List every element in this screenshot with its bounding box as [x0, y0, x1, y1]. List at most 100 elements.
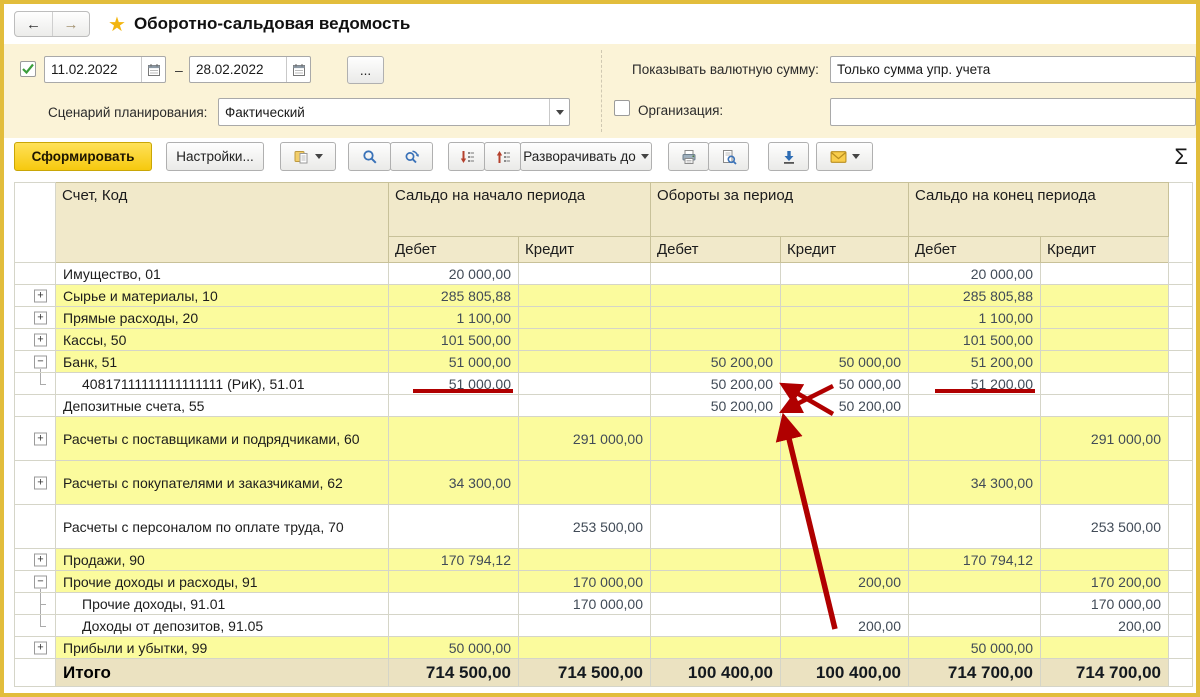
amount-cell[interactable]: 200,00	[1041, 615, 1169, 637]
amount-cell[interactable]: 714 500,00	[519, 659, 651, 687]
account-cell[interactable]: Прямые расходы, 20	[56, 307, 389, 329]
amount-cell[interactable]	[781, 461, 909, 505]
amount-cell[interactable]: 714 500,00	[389, 659, 519, 687]
amount-cell[interactable]: 100 400,00	[651, 659, 781, 687]
amount-cell[interactable]	[781, 593, 909, 615]
amount-cell[interactable]	[781, 637, 909, 659]
amount-cell[interactable]: 714 700,00	[1041, 659, 1169, 687]
amount-cell[interactable]	[1041, 373, 1169, 395]
settings-button[interactable]: Настройки...	[166, 142, 264, 171]
amount-cell[interactable]: 100 400,00	[781, 659, 909, 687]
amount-cell[interactable]	[651, 285, 781, 307]
amount-cell[interactable]	[909, 505, 1041, 549]
amount-cell[interactable]: 50 000,00	[909, 637, 1041, 659]
amount-cell[interactable]: 50 200,00	[651, 351, 781, 373]
amount-cell[interactable]: 50 200,00	[651, 373, 781, 395]
expand-row-icon[interactable]: +	[34, 553, 47, 566]
collapse-row-icon[interactable]: −	[34, 575, 47, 588]
amount-cell[interactable]	[519, 637, 651, 659]
amount-cell[interactable]: 170 200,00	[1041, 571, 1169, 593]
amount-cell[interactable]: 101 500,00	[909, 329, 1041, 351]
account-cell[interactable]: Доходы от депозитов, 91.05	[56, 615, 389, 637]
amount-cell[interactable]: 51 000,00	[389, 351, 519, 373]
amount-cell[interactable]: 50 000,00	[781, 351, 909, 373]
amount-cell[interactable]	[519, 329, 651, 351]
amount-cell[interactable]: 714 700,00	[909, 659, 1041, 687]
amount-cell[interactable]	[651, 593, 781, 615]
amount-cell[interactable]	[389, 571, 519, 593]
amount-cell[interactable]	[1041, 395, 1169, 417]
amount-cell[interactable]	[1041, 285, 1169, 307]
amount-cell[interactable]	[781, 285, 909, 307]
collapse-row-icon[interactable]: −	[34, 355, 47, 368]
amount-cell[interactable]: 20 000,00	[389, 263, 519, 285]
amount-cell[interactable]: 51 000,00	[389, 373, 519, 395]
amount-cell[interactable]	[909, 395, 1041, 417]
amount-cell[interactable]: 200,00	[781, 571, 909, 593]
amount-cell[interactable]	[1041, 637, 1169, 659]
amount-cell[interactable]: 1 100,00	[389, 307, 519, 329]
amount-cell[interactable]: 253 500,00	[1041, 505, 1169, 549]
amount-cell[interactable]	[519, 351, 651, 373]
collapse-all-button[interactable]	[484, 142, 521, 171]
amount-cell[interactable]	[781, 307, 909, 329]
amount-cell[interactable]: 101 500,00	[389, 329, 519, 351]
account-cell[interactable]: Имущество, 01	[56, 263, 389, 285]
amount-cell[interactable]: 170 000,00	[519, 571, 651, 593]
amount-cell[interactable]: 253 500,00	[519, 505, 651, 549]
report-variants-button[interactable]	[280, 142, 336, 171]
amount-cell[interactable]: 291 000,00	[519, 417, 651, 461]
amount-cell[interactable]	[389, 615, 519, 637]
amount-cell[interactable]	[909, 593, 1041, 615]
favorite-star-icon[interactable]: ★	[108, 12, 126, 37]
scenario-combobox[interactable]: Фактический	[218, 98, 570, 126]
amount-cell[interactable]	[651, 263, 781, 285]
amount-cell[interactable]: 170 794,12	[909, 549, 1041, 571]
account-cell[interactable]: Прочие доходы и расходы, 91	[56, 571, 389, 593]
generate-button[interactable]: Сформировать	[14, 142, 152, 171]
cancel-search-button[interactable]	[390, 142, 433, 171]
amount-cell[interactable]: 170 794,12	[389, 549, 519, 571]
amount-cell[interactable]	[781, 549, 909, 571]
amount-cell[interactable]	[651, 549, 781, 571]
amount-cell[interactable]	[781, 263, 909, 285]
amount-cell[interactable]	[389, 417, 519, 461]
amount-cell[interactable]	[519, 263, 651, 285]
expand-row-icon[interactable]: +	[34, 289, 47, 302]
account-cell[interactable]: Расчеты с поставщиками и подрядчиками, 6…	[56, 417, 389, 461]
expand-to-button[interactable]: Разворачивать до	[520, 142, 652, 171]
amount-cell[interactable]: 285 805,88	[909, 285, 1041, 307]
amount-cell[interactable]	[781, 505, 909, 549]
amount-cell[interactable]	[519, 615, 651, 637]
account-cell[interactable]: Расчеты с покупателями и заказчиками, 62	[56, 461, 389, 505]
amount-cell[interactable]: 50 200,00	[651, 395, 781, 417]
amount-cell[interactable]	[651, 505, 781, 549]
amount-cell[interactable]	[781, 329, 909, 351]
amount-cell[interactable]	[651, 329, 781, 351]
account-cell[interactable]: Банк, 51	[56, 351, 389, 373]
save-button[interactable]	[768, 142, 809, 171]
print-button[interactable]	[668, 142, 709, 171]
amount-cell[interactable]	[519, 307, 651, 329]
organization-field[interactable]	[830, 98, 1196, 126]
amount-cell[interactable]	[389, 505, 519, 549]
currency-combobox[interactable]: Только сумма упр. учета	[830, 56, 1196, 83]
search-button[interactable]	[348, 142, 391, 171]
amount-cell[interactable]	[1041, 307, 1169, 329]
expand-row-icon[interactable]: +	[34, 476, 47, 489]
amount-cell[interactable]	[909, 571, 1041, 593]
amount-cell[interactable]	[651, 307, 781, 329]
amount-cell[interactable]: 51 200,00	[909, 373, 1041, 395]
amount-cell[interactable]	[1041, 329, 1169, 351]
print-preview-button[interactable]	[708, 142, 749, 171]
amount-cell[interactable]	[909, 615, 1041, 637]
account-cell[interactable]: Продажи, 90	[56, 549, 389, 571]
amount-cell[interactable]: 50 000,00	[389, 637, 519, 659]
amount-cell[interactable]	[389, 395, 519, 417]
amount-cell[interactable]	[781, 417, 909, 461]
amount-cell[interactable]	[519, 373, 651, 395]
expand-row-icon[interactable]: +	[34, 641, 47, 654]
expand-row-icon[interactable]: +	[34, 311, 47, 324]
calendar-icon[interactable]	[286, 57, 310, 82]
amount-cell[interactable]: 20 000,00	[909, 263, 1041, 285]
